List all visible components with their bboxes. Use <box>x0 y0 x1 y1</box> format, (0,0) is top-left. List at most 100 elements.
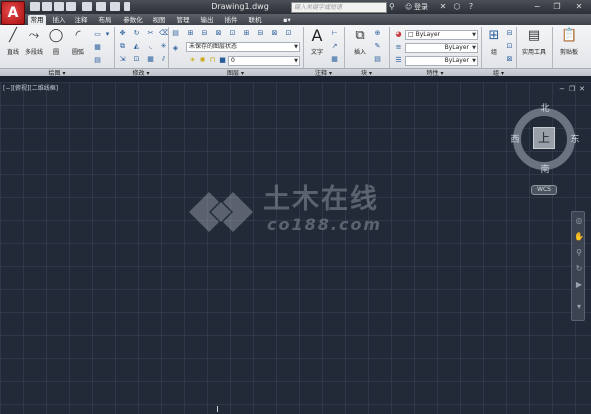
qa-dropdown-icon[interactable] <box>124 2 130 11</box>
explode-icon[interactable]: ✳ <box>159 42 168 51</box>
qa-open-icon[interactable] <box>42 2 52 11</box>
tab-home[interactable]: 常用 <box>28 15 46 25</box>
layer-properties-icon[interactable]: ▤ <box>171 29 180 38</box>
lineweight-dropdown[interactable]: ByLayer ▼ <box>405 56 478 66</box>
layer-isolate-icon[interactable]: ⊞ <box>186 29 195 38</box>
hatch-icon[interactable]: ▦ <box>93 43 102 52</box>
mirror-icon[interactable]: ◭ <box>132 42 141 51</box>
create-block-icon[interactable]: ⊕ <box>373 29 382 38</box>
trim-icon[interactable]: ✂ <box>146 29 155 38</box>
color-dropdown[interactable]: □ ByLayer ▼ <box>405 30 478 40</box>
tab-more-icon[interactable]: ▪▾ <box>280 15 294 25</box>
dimension-icon[interactable]: ⊢ <box>330 29 339 38</box>
help-icon[interactable]: ? <box>466 2 476 12</box>
offset-icon[interactable]: ⫽ <box>159 55 168 64</box>
viewport-close-icon[interactable]: ✕ <box>578 85 586 93</box>
linetype-dropdown[interactable]: ByLayer ▼ <box>405 43 478 53</box>
tab-manage[interactable]: 管理 <box>174 15 192 25</box>
qa-new-icon[interactable] <box>30 2 40 11</box>
tab-plugins[interactable]: 插件 <box>222 15 240 25</box>
compass-north[interactable]: 北 <box>539 104 551 114</box>
edit-block-icon[interactable]: ✎ <box>373 42 382 51</box>
move-icon[interactable]: ✥ <box>118 29 127 38</box>
search-icon[interactable]: ⚲ <box>389 2 399 12</box>
zoom-icon[interactable]: ⚲ <box>574 248 584 258</box>
minimize-button[interactable]: − <box>528 1 546 13</box>
rotate-icon[interactable]: ↻ <box>132 29 141 38</box>
layer-off-icon[interactable]: ⊟ <box>200 29 209 38</box>
table-icon[interactable]: ▦ <box>330 55 339 64</box>
gradient-icon[interactable]: ▤ <box>93 56 102 65</box>
layer-current-icon[interactable]: ⊞ <box>242 29 251 38</box>
tab-online[interactable]: 联机 <box>246 15 264 25</box>
steeringwheel-icon[interactable]: ◎ <box>574 216 584 226</box>
polyline-button[interactable]: ⤳ 多段线 <box>23 27 45 57</box>
copy-icon[interactable]: ⧉ <box>118 42 127 51</box>
tab-insert[interactable]: 插入 <box>50 15 68 25</box>
qa-plot-icon[interactable] <box>82 2 92 11</box>
group-select-icon[interactable]: ⊠ <box>505 55 514 64</box>
tab-output[interactable]: 输出 <box>198 15 216 25</box>
exchange-icon[interactable]: ✕ <box>438 2 448 12</box>
erase-icon[interactable]: ⌫ <box>159 29 169 38</box>
utilities-button[interactable]: ▤ 实用工具 <box>520 27 548 57</box>
pan-icon[interactable]: ✋ <box>574 232 584 242</box>
layer-freeze-icon[interactable]: ⊠ <box>214 29 223 38</box>
attribute-icon[interactable]: ▤ <box>373 55 382 64</box>
tab-view[interactable]: 视图 <box>150 15 168 25</box>
viewport-controls-label[interactable]: [−][俯视][二维线框] <box>3 84 58 93</box>
draw-more-icon[interactable]: ▾ <box>103 30 112 39</box>
layer-lock-icon[interactable]: ⊡ <box>228 29 237 38</box>
group-button[interactable]: ⊞ 组 <box>483 27 505 57</box>
user-icon[interactable]: ☺ <box>405 2 413 12</box>
qa-saveas-icon[interactable] <box>66 2 76 11</box>
tab-annotate[interactable]: 注释 <box>72 15 90 25</box>
qa-redo-icon[interactable] <box>110 2 120 11</box>
leader-icon[interactable]: ↗ <box>330 42 339 51</box>
connect-icon[interactable]: ⬡ <box>452 2 462 12</box>
layer-state-dropdown[interactable]: 未保存的图层状态 ▼ <box>186 42 300 52</box>
stretch-icon[interactable]: ⇲ <box>118 55 127 64</box>
current-layer-dropdown[interactable]: 0 ▼ <box>228 56 300 66</box>
layer-merge-icon[interactable]: ⊡ <box>284 29 293 38</box>
qa-save-icon[interactable] <box>54 2 64 11</box>
circle-button[interactable]: ◯ 圆 <box>45 27 67 57</box>
restore-button[interactable]: ❐ <box>548 1 566 13</box>
arc-button[interactable]: ◜ 圆弧 <box>67 27 89 57</box>
close-button[interactable]: ✕ <box>570 1 588 13</box>
app-logo[interactable]: A <box>1 1 25 25</box>
scale-icon[interactable]: ⊡ <box>132 55 141 64</box>
navbar-options-icon[interactable]: ▾ <box>574 302 584 312</box>
layer-walk-icon[interactable]: ⊠ <box>270 29 279 38</box>
rectangle-icon[interactable]: ▭ <box>93 30 102 39</box>
array-icon[interactable]: ▦ <box>146 55 155 64</box>
text-button[interactable]: A 文字 <box>306 27 328 57</box>
wcs-menu[interactable]: WCS <box>531 185 557 195</box>
viewcube-face[interactable]: 上 <box>533 127 555 149</box>
tab-layout[interactable]: 布局 <box>96 15 114 25</box>
tab-parametric[interactable]: 参数化 <box>120 15 146 25</box>
layer-match-icon[interactable]: ⊟ <box>256 29 265 38</box>
clipboard-button[interactable]: 📋 剪贴板 <box>555 27 583 57</box>
match-properties-icon[interactable]: ◕ <box>394 30 403 39</box>
search-input[interactable]: 键入关键字或短语 <box>291 2 387 13</box>
ungroup-icon[interactable]: ⊟ <box>505 29 514 38</box>
orbit-icon[interactable]: ↻ <box>574 264 584 274</box>
compass-west[interactable]: 西 <box>509 135 521 145</box>
drawing-canvas[interactable] <box>0 82 591 414</box>
lock-icon[interactable]: ⊓ <box>208 56 217 65</box>
compass-east[interactable]: 东 <box>569 135 581 145</box>
viewport-restore-icon[interactable]: ❐ <box>568 85 576 93</box>
fillet-icon[interactable]: ◟ <box>146 42 155 51</box>
insert-block-button[interactable]: ⧉ 插入 <box>349 27 371 57</box>
login-label[interactable]: 登录 <box>414 1 428 13</box>
lightbulb-icon[interactable]: ☀ <box>188 56 197 65</box>
line-button[interactable]: ╱ 直线 <box>2 27 24 57</box>
group-edit-icon[interactable]: ⊡ <box>505 42 514 51</box>
qa-undo-icon[interactable] <box>96 2 106 11</box>
viewport-minimize-icon[interactable]: − <box>558 85 566 93</box>
layer-state-icon[interactable]: ◈ <box>171 44 180 53</box>
showmotion-icon[interactable]: ▶ <box>574 280 584 290</box>
compass-south[interactable]: 南 <box>539 165 551 175</box>
sun-icon[interactable]: ✺ <box>198 56 207 65</box>
